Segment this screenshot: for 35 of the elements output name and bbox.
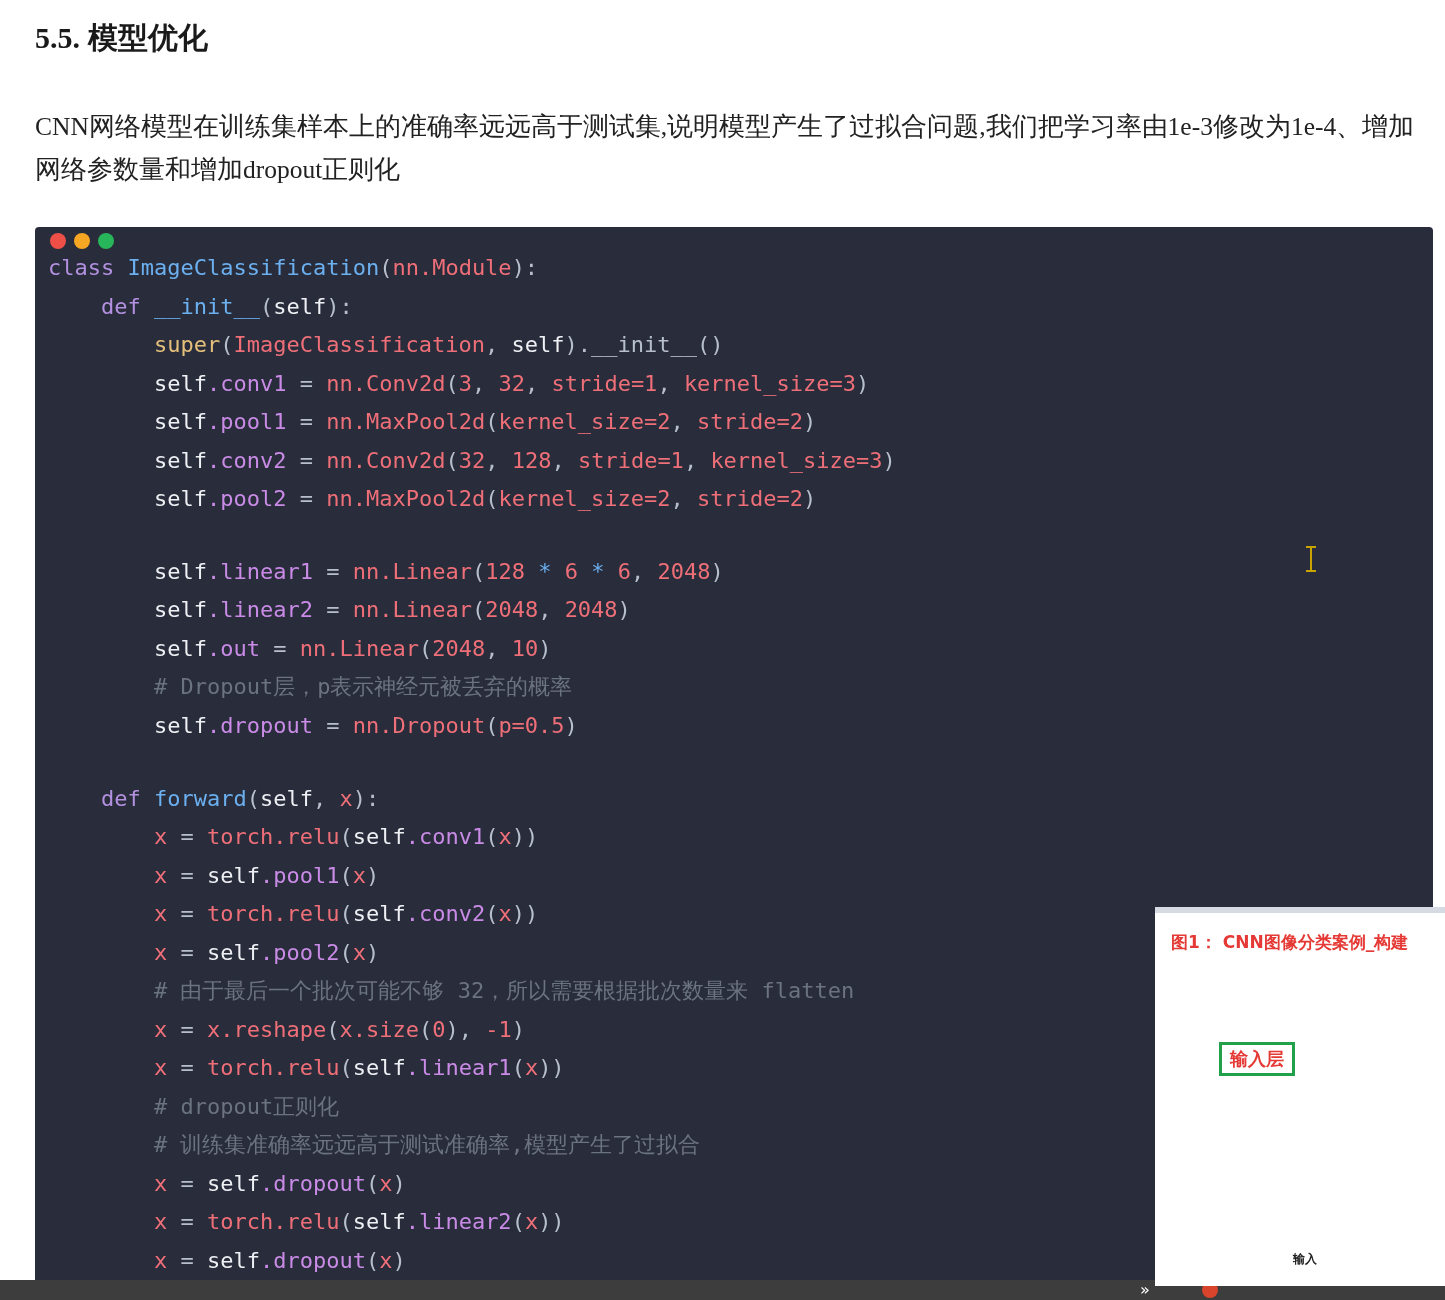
code-line: class ImageClassification(nn.Module):: [48, 254, 539, 282]
code-line: self.pool2 = nn.MaxPool2d(kernel_size=2, stride=2): [152, 485, 817, 513]
code-line: self.dropout = nn.Dropout(p=0.5): [152, 711, 578, 740]
code-line: self.pool1 = nn.MaxPool2d(kernel_size=2, stride=2): [152, 408, 817, 436]
code-line: self.linear2 = nn.Linear(2048, 2048): [152, 596, 631, 625]
code-line: x = self.dropout(x): [152, 1246, 406, 1275]
code-line: def forward(self, x):: [99, 784, 380, 813]
code-line: x = torch.relu(self.conv1(x)): [152, 823, 539, 851]
code-line: x = torch.relu(self.linear2(x)): [152, 1208, 565, 1236]
slide-title: 图1： CNN图像分类案例_构建: [1171, 931, 1409, 954]
code-line: def __init__(self):: [99, 292, 353, 321]
code-line: self.conv1 = nn.Conv2d(3, 32, stride=1, kernel_size=3): [152, 369, 870, 398]
code-line: x = self.pool1(x): [152, 861, 380, 890]
text-cursor-icon: [1304, 546, 1318, 572]
section-heading: 5.5. 模型优化: [35, 20, 208, 56]
caption-text: 输入: [1293, 1251, 1317, 1268]
layer-label: 输入层: [1219, 1042, 1295, 1076]
code-line: super(ImageClassification, self).__init__(): [152, 331, 724, 359]
code-line: self.out = nn.Linear(2048, 10): [152, 634, 552, 663]
code-line: x = torch.relu(self.conv2(x)): [152, 900, 539, 928]
code-line: self.linear1 = nn.Linear(128 * 6 * 6, 2048): [152, 557, 724, 586]
window-dot-icon: [50, 233, 66, 249]
code-line: x = self.dropout(x): [152, 1169, 406, 1198]
code-line: self.conv2 = nn.Conv2d(32, 128, stride=1, kernel_size=3): [152, 446, 896, 475]
code-line: x = torch.relu(self.linear1(x)): [152, 1054, 565, 1082]
code-line: # dropout正则化: [152, 1092, 340, 1121]
code-line: # 由于最后一个批次可能不够 32，所以需要根据批次数量来 flatten: [152, 977, 855, 1005]
window-dot-icon: [74, 233, 90, 249]
code-line: x = x.reshape(x.size(0), -1): [152, 1015, 525, 1044]
description-paragraph: CNN网络模型在训练集样本上的准确率远远高于测试集,说明模型产生了过拟合问题,我们把学习率由1e-3修改为1e-4、增加网络参数量和增加dropout正则化: [35, 111, 1416, 186]
window-dot-icon: [98, 233, 114, 249]
code-line: # 训练集准确率远远高于测试准确率,模型产生了过拟合: [152, 1131, 700, 1159]
code-line: x = self.pool2(x): [152, 938, 380, 967]
code-line: # Dropout层，p表示神经元被丢弃的概率: [152, 673, 573, 702]
chevron-button[interactable]: »: [1140, 1282, 1150, 1298]
